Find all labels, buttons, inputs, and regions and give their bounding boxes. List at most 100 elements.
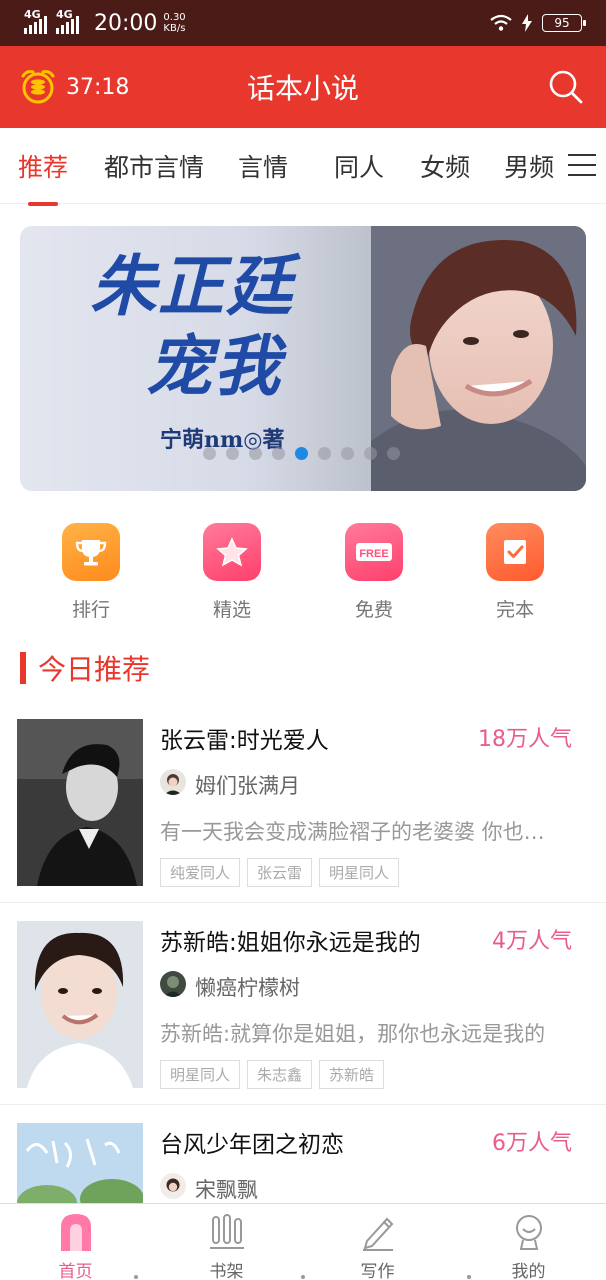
signal-icon: 4G — [56, 8, 80, 34]
book-title: 苏新皓:姐姐你永远是我的 — [160, 930, 421, 956]
book-popularity: 6万人气 — [492, 1131, 572, 1156]
category-tabs: 推荐 都市言情 言情 同人 女频 男频 — [0, 128, 606, 206]
book-tag[interactable]: 苏新皓 — [319, 1060, 385, 1089]
network-speed-value: 0.30 — [163, 12, 186, 23]
book-title: 张云雷:时光爱人 — [160, 728, 329, 754]
pencil-icon — [362, 1217, 393, 1251]
tab-fanfic[interactable]: 同人 — [334, 148, 384, 184]
entry-ranking[interactable]: 排行 — [41, 523, 141, 622]
nav-home[interactable]: 首页 — [0, 1204, 151, 1280]
bookshelf-icon — [209, 1214, 244, 1249]
divider — [0, 902, 606, 903]
carousel-dot[interactable] — [203, 447, 216, 460]
profile-icon — [515, 1215, 542, 1250]
entry-label: 完本 — [495, 599, 534, 621]
tab-female[interactable]: 女频 — [420, 148, 470, 184]
book-cover — [17, 719, 143, 886]
book-description: 苏新皓:就算你是姐姐，那你也永远是我的 — [160, 1022, 546, 1046]
search-button[interactable] — [544, 65, 588, 109]
book-popularity: 4万人气 — [492, 929, 572, 954]
app-bar: 37:18 话本小说 — [0, 46, 606, 128]
book-item[interactable]: 张云雷:时光爱人 18万人气 姆们张满月 有一天我会变成满脸褶子的老婆婆 你也…… — [0, 719, 606, 920]
alarm-clock-icon — [21, 70, 55, 104]
nav-label: 写作 — [360, 1262, 395, 1280]
book-author: 懒癌柠檬树 — [195, 976, 300, 1000]
carousel-indicator — [203, 447, 400, 460]
nav-bookshelf[interactable]: 书架 — [151, 1204, 302, 1280]
book-author: 姆们张满月 — [195, 774, 300, 798]
book-tag[interactable]: 明星同人 — [160, 1060, 241, 1089]
book-tags: 明星同人 朱志鑫 苏新皓 — [160, 1060, 385, 1089]
battery-level: 95 — [554, 16, 570, 30]
carousel-dot[interactable] — [226, 447, 239, 460]
nav-indicator-dot — [134, 1275, 138, 1279]
status-time: 20:00 — [94, 10, 158, 36]
status-right: 95 — [490, 14, 586, 32]
menu-icon[interactable] — [568, 150, 596, 180]
nav-label: 我的 — [511, 1262, 546, 1280]
carousel-dot[interactable] — [387, 447, 400, 460]
tab-urban-romance[interactable]: 都市言情 — [104, 148, 204, 184]
network-type-1: 4G — [24, 8, 41, 21]
star-icon — [203, 523, 261, 581]
charging-icon — [522, 14, 532, 32]
check-book-icon — [486, 523, 544, 581]
banner-title-line1: 朱正廷 — [90, 247, 294, 325]
carousel-dot-active[interactable] — [295, 447, 308, 460]
quick-entries: 排行 精选 FREE 免费 完本 — [0, 523, 606, 623]
bottom-nav: 首页 书架 写作 我的 — [0, 1203, 606, 1280]
tab-male[interactable]: 男频 — [504, 148, 554, 184]
nav-profile[interactable]: 我的 — [453, 1204, 604, 1280]
book-tags: 纯爱同人 张云雷 明星同人 — [160, 858, 400, 887]
banner-carousel[interactable]: 朱正廷 宠我 宁萌nm◎著 — [20, 226, 586, 491]
carousel-dot[interactable] — [364, 447, 377, 460]
nav-indicator-dot — [301, 1275, 305, 1279]
carousel-dot[interactable] — [341, 447, 354, 460]
section-marker — [20, 652, 26, 684]
book-description: 有一天我会变成满脸褶子的老婆婆 你也… — [160, 820, 545, 844]
free-tag-icon: FREE — [345, 523, 403, 581]
section-title: 今日推荐 — [38, 653, 151, 686]
tab-recommend[interactable]: 推荐 — [18, 148, 68, 206]
entry-completed[interactable]: 完本 — [465, 523, 565, 622]
author-avatar — [160, 1173, 186, 1199]
book-item[interactable]: 苏新皓:姐姐你永远是我的 4万人气 懒癌柠檬树 苏新皓:就算你是姐姐，那你也永远… — [0, 921, 606, 1122]
network-type-2: 4G — [56, 8, 73, 21]
banner-title-line2: 宠我 — [146, 327, 282, 405]
book-author: 宋飘飘 — [195, 1178, 258, 1202]
carousel-dot[interactable] — [272, 447, 285, 460]
carousel-dot[interactable] — [318, 447, 331, 460]
entry-label: 免费 — [354, 599, 393, 621]
svg-text:FREE: FREE — [359, 548, 388, 560]
banner-photo — [371, 226, 586, 491]
battery-icon: 95 — [542, 14, 586, 32]
entry-free[interactable]: FREE 免费 — [324, 523, 424, 622]
trophy-icon — [62, 523, 120, 581]
wifi-icon — [490, 14, 512, 31]
nav-write[interactable]: 写作 — [302, 1204, 453, 1280]
status-bar: 4G 4G 20:00 0.30 KB/s 95 — [0, 0, 606, 46]
signal-icon: 4G — [24, 8, 48, 34]
timer-text: 37:18 — [66, 74, 130, 100]
home-icon — [60, 1214, 91, 1251]
entry-featured[interactable]: 精选 — [182, 523, 282, 622]
book-cover — [17, 1123, 143, 1203]
divider — [0, 1104, 606, 1105]
carousel-dot[interactable] — [249, 447, 262, 460]
section-heading: 今日推荐 — [20, 648, 150, 688]
search-icon — [549, 70, 583, 104]
book-cover — [17, 921, 143, 1088]
author-avatar — [160, 971, 186, 997]
entry-label: 排行 — [71, 599, 110, 621]
book-popularity: 18万人气 — [478, 727, 572, 752]
book-tag[interactable]: 明星同人 — [319, 858, 400, 887]
nav-indicator-dot — [467, 1275, 471, 1279]
tab-romance[interactable]: 言情 — [238, 148, 288, 184]
entry-label: 精选 — [212, 599, 251, 621]
book-item[interactable]: 台风少年团之初恋 6万人气 宋飘飘 — [0, 1123, 606, 1203]
book-tag[interactable]: 纯爱同人 — [160, 858, 241, 887]
book-tag[interactable]: 朱志鑫 — [247, 1060, 313, 1089]
reading-timer[interactable]: 37:18 — [18, 67, 129, 107]
book-tag[interactable]: 张云雷 — [247, 858, 313, 887]
nav-label: 书架 — [209, 1262, 244, 1280]
